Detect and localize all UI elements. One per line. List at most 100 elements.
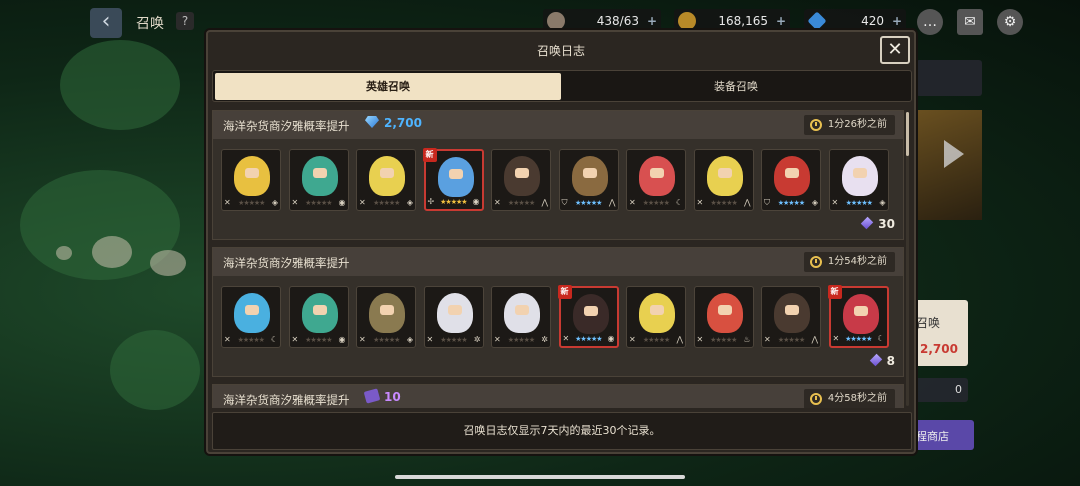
role-icon: ✕ bbox=[494, 335, 501, 344]
role-icon: ✕ bbox=[224, 335, 231, 344]
hero-info-bar: ✕ ★★★★★ ⋀ bbox=[697, 197, 751, 208]
hero-card[interactable]: ✕ ★★★★★ ✲ bbox=[423, 286, 484, 348]
hero-portrait bbox=[639, 293, 675, 333]
hero-info-bar: ✕ ★★★★★ ☾ bbox=[224, 334, 278, 345]
hero-info-bar: ✕ ★★★★★ ◉ bbox=[563, 333, 615, 344]
hero-info-bar: ⛉ ★★★★★ ◈ bbox=[764, 197, 818, 208]
star-rating: ★★★★★ bbox=[575, 334, 602, 343]
hero-portrait bbox=[369, 293, 405, 333]
role-icon: ✕ bbox=[629, 198, 636, 207]
hero-card[interactable]: ✕ ★★★★★ ✲ bbox=[491, 286, 551, 348]
hero-card[interactable]: ⛉ ★★★★★ ◈ bbox=[761, 149, 821, 211]
hero-portrait bbox=[706, 156, 743, 196]
star-rating: ★★★★★ bbox=[237, 335, 265, 344]
hero-card[interactable]: ✕ ★★★★★ ◉ bbox=[288, 286, 349, 348]
hero-card[interactable]: ✕ ★★★★★ ☾ bbox=[221, 286, 281, 348]
role-icon: ✢ bbox=[427, 197, 435, 206]
scrollbar[interactable] bbox=[906, 112, 909, 406]
tab-equipment-summon[interactable]: 装备召唤 bbox=[563, 73, 909, 100]
time-text: 1分26秒之前 bbox=[827, 119, 887, 130]
hero-portrait bbox=[841, 156, 878, 196]
hero-info-bar: ✕ ★★★★★ ⋀ bbox=[494, 197, 548, 208]
element-icon: ⋀ bbox=[811, 335, 818, 344]
star-rating: ★★★★★ bbox=[305, 198, 332, 207]
tab-bar: 英雄召唤 装备召唤 bbox=[212, 70, 912, 102]
star-rating: ★★★★★ bbox=[777, 335, 805, 344]
summon-log-entry: 海洋杂货商汐雅概率提升 10 4分58秒之前 bbox=[212, 384, 904, 408]
hero-card[interactable]: ✕ ★★★★★ ⋀ bbox=[761, 286, 821, 348]
clock-icon bbox=[809, 256, 822, 268]
scroll-thumb[interactable] bbox=[906, 112, 909, 156]
next-arrow-icon[interactable] bbox=[944, 140, 964, 168]
star-rating: ★★★★★ bbox=[575, 198, 602, 207]
tab-hero-summon[interactable]: 英雄召唤 bbox=[215, 73, 561, 100]
hero-card[interactable]: ✕ ★★★★★ ◈ bbox=[356, 149, 416, 211]
hero-portrait bbox=[842, 294, 879, 334]
element-icon: ◈ bbox=[271, 198, 278, 207]
result-count: 30 bbox=[861, 216, 895, 231]
foliage bbox=[110, 330, 200, 410]
role-icon: ✕ bbox=[629, 335, 636, 344]
hero-card[interactable]: ✕ ★★★★★ ⋀ bbox=[693, 149, 754, 211]
chat-icon[interactable]: … bbox=[917, 9, 943, 35]
element-icon: ☾ bbox=[877, 334, 885, 343]
star-rating: ★★★★★ bbox=[440, 335, 467, 344]
help-button[interactable]: ? bbox=[176, 12, 194, 30]
hero-card[interactable]: ✕ ★★★★★ ◈ bbox=[221, 149, 281, 211]
hero-portrait bbox=[301, 293, 338, 333]
hero-card[interactable]: ✕ ★★★★★ ⋀ bbox=[626, 286, 686, 348]
hero-info-bar: ✕ ★★★★★ ◈ bbox=[832, 197, 886, 208]
side-box bbox=[916, 60, 982, 96]
mail-icon[interactable]: ✉ bbox=[957, 9, 983, 35]
back-button[interactable]: ‹ bbox=[90, 8, 122, 38]
role-icon: ✕ bbox=[562, 334, 570, 343]
summon-log-list[interactable]: 海洋杂货商汐雅概率提升 2,700 1分26秒之前 ✕ ★★★★★ ◈ ✕ ★★★★★ ◉ ✕ ★★… bbox=[212, 110, 904, 408]
hero-card[interactable]: ✕ ★★★★★ ♨ bbox=[693, 286, 754, 348]
summon-log-entry: 海洋杂货商汐雅概率提升 1分54秒之前 ✕ ★★★★★ ☾ ✕ ★★★★★ ◉ ✕ ★★★★★ ◈ ✕… bbox=[212, 247, 904, 377]
entry-title: 海洋杂货商汐雅概率提升 bbox=[223, 393, 350, 407]
result-count-value: 8 bbox=[886, 354, 895, 368]
summon-log-entry: 海洋杂货商汐雅概率提升 2,700 1分26秒之前 ✕ ★★★★★ ◈ ✕ ★★★★★ ◉ ✕ ★★… bbox=[212, 110, 904, 240]
element-icon: ✲ bbox=[541, 335, 548, 344]
hero-card[interactable]: ✕ ★★★★★ ◈ bbox=[356, 286, 416, 348]
entry-timestamp: 4分58秒之前 bbox=[803, 389, 895, 408]
hero-portrait bbox=[774, 293, 810, 333]
element-icon: ◉ bbox=[472, 197, 480, 206]
summon-button-bg[interactable]: 召唤 2,700 bbox=[912, 300, 968, 366]
shop-button[interactable]: 程商店 bbox=[912, 420, 974, 450]
clock-icon bbox=[809, 393, 822, 405]
element-icon: ◈ bbox=[406, 198, 413, 207]
hero-card[interactable]: ✕ ★★★★★ ⋀ bbox=[491, 149, 551, 211]
element-icon: ⋀ bbox=[676, 335, 683, 344]
hero-card[interactable]: ✕ ★★★★★ ◈ bbox=[828, 149, 889, 211]
chevron-left-icon: ‹ bbox=[101, 9, 111, 34]
star-rating: ★★★★★ bbox=[710, 335, 737, 344]
hero-card[interactable]: ✕ ★★★★★ ☾ 新 bbox=[827, 285, 889, 348]
hero-card[interactable]: ✕ ★★★★★ ◉ bbox=[288, 149, 349, 211]
cost-value: 10 bbox=[384, 390, 401, 404]
star-rating: ★★★★★ bbox=[238, 198, 265, 207]
foliage bbox=[60, 40, 180, 130]
star-rating: ★★★★★ bbox=[507, 335, 535, 344]
hero-card[interactable]: ⛉ ★★★★★ ⋀ bbox=[558, 149, 619, 211]
entry-cost: 10 bbox=[363, 388, 401, 404]
star-rating: ★★★★★ bbox=[373, 198, 400, 207]
element-icon: ♨ bbox=[743, 335, 751, 344]
element-icon: ⋀ bbox=[608, 198, 616, 207]
hero-portrait bbox=[706, 293, 743, 333]
role-icon: ✕ bbox=[359, 335, 366, 344]
close-button[interactable]: ✕ bbox=[880, 36, 910, 64]
star-rating: ★★★★★ bbox=[710, 198, 737, 207]
hero-portrait bbox=[504, 293, 540, 333]
hero-info-bar: ✕ ★★★★★ ◈ bbox=[359, 334, 413, 345]
role-icon: ✕ bbox=[832, 334, 840, 343]
gear-icon[interactable]: ⚙ bbox=[997, 9, 1023, 35]
hero-card[interactable]: ✢ ★★★★★ ◉ 新 bbox=[422, 148, 484, 211]
time-text: 4分58秒之前 bbox=[827, 393, 887, 404]
hero-card[interactable]: ✕ ★★★★★ ◉ 新 bbox=[557, 285, 619, 348]
summon-log-dialog: 召唤日志 ✕ 英雄召唤 装备召唤 海洋杂货商汐雅概率提升 2,700 1分26秒之前… bbox=[206, 30, 916, 454]
hero-portrait bbox=[504, 156, 540, 196]
role-icon: ✕ bbox=[426, 335, 434, 344]
hero-info-bar: ✕ ★★★★★ ☾ bbox=[833, 333, 885, 344]
hero-card[interactable]: ✕ ★★★★★ ☾ bbox=[626, 149, 686, 211]
